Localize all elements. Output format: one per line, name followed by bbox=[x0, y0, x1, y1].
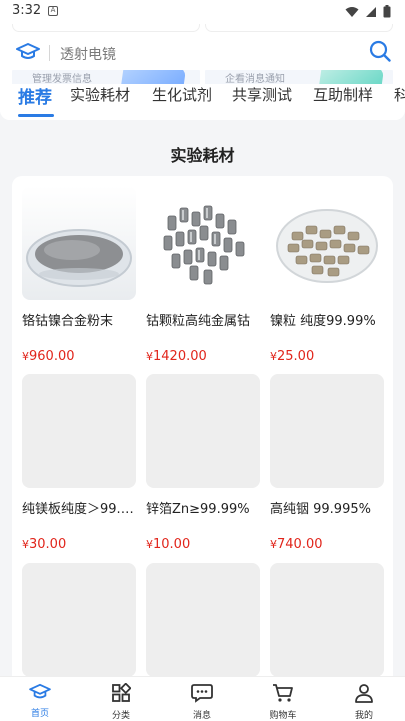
status-bar: 3:32 A bbox=[0, 0, 405, 24]
product-card[interactable] bbox=[22, 563, 136, 677]
product-name: 钴颗粒高纯金属钴 bbox=[146, 314, 251, 329]
currency-symbol: ¥ bbox=[270, 350, 277, 363]
nav-cart[interactable]: 购物车 bbox=[253, 683, 313, 721]
tab-biochem-reagents[interactable]: 生化试剂 bbox=[152, 84, 212, 105]
user-icon bbox=[355, 684, 373, 703]
product-image-placeholder[interactable] bbox=[146, 374, 260, 488]
section-title: 实验耗材 bbox=[170, 146, 235, 165]
nav-category[interactable]: 分类 bbox=[91, 682, 151, 721]
product-card[interactable] bbox=[270, 563, 384, 677]
nav-label: 首页 bbox=[30, 709, 49, 719]
powder-dish-illustration bbox=[26, 229, 132, 287]
product-card[interactable]: 铬钴镍合金粉末 ¥960.00 bbox=[22, 186, 136, 364]
currency-symbol: ¥ bbox=[146, 538, 153, 551]
product-image-placeholder[interactable] bbox=[22, 563, 136, 677]
product-name: 纯镁板纯度＞99.9% bbox=[22, 502, 136, 517]
cart-icon bbox=[273, 684, 293, 702]
tab-lab-consumables[interactable]: 实验耗材 bbox=[70, 84, 130, 105]
product-card[interactable]: 纯镁板纯度＞99.9% ¥30.00 bbox=[22, 374, 136, 552]
product-card[interactable]: 镍粒 纯度99.99% ¥25.00 bbox=[270, 186, 384, 364]
bottom-nav: 首页 分类 消息 购物车 我的 bbox=[0, 676, 405, 721]
header: 管理发票信息 企看消息通知 透射电镜 推荐 实验耗材 生化试剂 共享测试 互助制… bbox=[0, 24, 405, 120]
banner-text: 企看消息通知 bbox=[225, 74, 285, 85]
nav-messages[interactable]: 消息 bbox=[172, 683, 232, 721]
active-tab-indicator bbox=[18, 114, 54, 117]
search-input[interactable]: 透射电镜 bbox=[60, 44, 116, 64]
search-divider bbox=[49, 45, 50, 61]
product-image-placeholder[interactable] bbox=[22, 374, 136, 488]
cobalt-pellets-illustration bbox=[163, 205, 245, 285]
product-price: ¥10.00 bbox=[146, 537, 260, 552]
status-time: 3:32 bbox=[12, 3, 42, 18]
category-tabs: 推荐 实验耗材 生化试剂 共享测试 互助制样 科 bbox=[0, 84, 405, 120]
home-icon bbox=[29, 683, 51, 699]
price-value: 960.00 bbox=[29, 349, 75, 364]
product-name: 铬钴镍合金粉末 bbox=[22, 314, 114, 329]
nav-label: 消息 bbox=[192, 711, 211, 721]
graduation-cap-icon bbox=[16, 43, 40, 59]
tab-shared-testing[interactable]: 共享测试 bbox=[232, 84, 292, 105]
product-name: 锌箔Zn≥99.99% bbox=[146, 502, 250, 517]
price-value: 25.00 bbox=[277, 349, 315, 364]
product-grid: 铬钴镍合金粉末 ¥960.00 钴颗粒高纯金属钴 ¥1420.00 镍粒 纯度9… bbox=[12, 176, 393, 696]
product-price: ¥1420.00 bbox=[146, 349, 260, 364]
product-price: ¥960.00 bbox=[22, 349, 136, 364]
price-value: 1420.00 bbox=[153, 349, 207, 364]
tab-mutual-sample-prep[interactable]: 互助制样 bbox=[313, 84, 373, 105]
price-value: 10.00 bbox=[153, 537, 191, 552]
product-name: 高纯铟 99.995% bbox=[270, 502, 371, 517]
search-bar[interactable]: 透射电镜 bbox=[0, 38, 405, 70]
price-value: 30.00 bbox=[29, 537, 67, 552]
product-image-placeholder[interactable] bbox=[270, 563, 384, 677]
product-image-cobalt-pellets[interactable] bbox=[146, 186, 260, 300]
product-card[interactable] bbox=[146, 563, 260, 677]
wifi-icon bbox=[345, 6, 359, 17]
product-image-metal-powder[interactable] bbox=[22, 186, 136, 300]
nav-label: 购物车 bbox=[269, 711, 297, 721]
search-icon[interactable] bbox=[369, 40, 391, 62]
top-card-peek-right bbox=[205, 24, 393, 32]
product-name: 镍粒 纯度99.99% bbox=[270, 314, 376, 329]
product-price: ¥25.00 bbox=[270, 349, 384, 364]
nav-label: 我的 bbox=[354, 711, 373, 721]
product-image-nickel-pellets[interactable] bbox=[270, 186, 384, 300]
message-icon bbox=[191, 684, 213, 703]
nav-profile[interactable]: 我的 bbox=[334, 683, 394, 721]
nickel-dish-illustration bbox=[276, 209, 378, 283]
product-card[interactable]: 锌箔Zn≥99.99% ¥10.00 bbox=[146, 374, 260, 552]
product-card[interactable]: 高纯铟 99.995% ¥740.00 bbox=[270, 374, 384, 552]
nav-home[interactable]: 首页 bbox=[10, 683, 70, 719]
price-value: 740.00 bbox=[277, 537, 323, 552]
nav-label: 分类 bbox=[111, 711, 130, 721]
currency-symbol: ¥ bbox=[22, 350, 29, 363]
tab-more[interactable]: 科 bbox=[394, 84, 405, 105]
signal-icon bbox=[366, 6, 376, 17]
product-image-placeholder[interactable] bbox=[146, 563, 260, 677]
product-price: ¥740.00 bbox=[270, 537, 384, 552]
currency-symbol: ¥ bbox=[22, 538, 29, 551]
category-icon bbox=[112, 682, 132, 702]
tab-recommend[interactable]: 推荐 bbox=[18, 83, 52, 108]
top-card-peek-left bbox=[12, 24, 200, 32]
battery-icon bbox=[383, 5, 391, 18]
product-card[interactable]: 钴颗粒高纯金属钴 ¥1420.00 bbox=[146, 186, 260, 364]
currency-symbol: ¥ bbox=[270, 538, 277, 551]
status-icons bbox=[345, 5, 391, 18]
product-image-placeholder[interactable] bbox=[270, 374, 384, 488]
currency-symbol: ¥ bbox=[146, 350, 153, 363]
product-price: ¥30.00 bbox=[22, 537, 136, 552]
notification-icon: A bbox=[48, 6, 58, 16]
